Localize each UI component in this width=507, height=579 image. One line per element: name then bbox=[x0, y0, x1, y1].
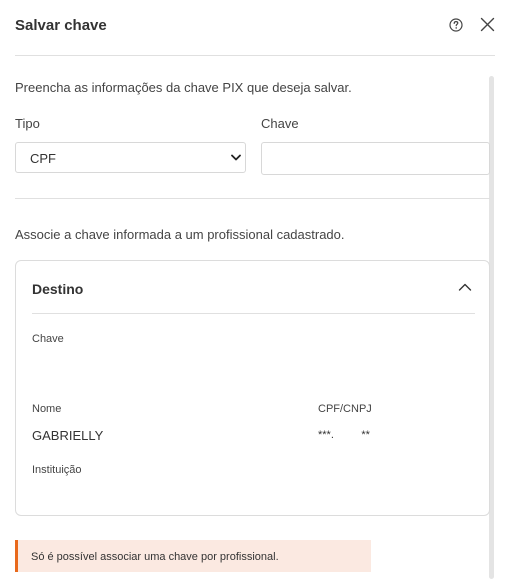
dialog-title: Salvar chave bbox=[15, 17, 107, 34]
associate-text: Associe a chave informada a um profissio… bbox=[15, 227, 345, 242]
tipo-select[interactable]: CPF bbox=[15, 142, 246, 173]
chave-label: Chave bbox=[261, 116, 299, 131]
card-divider bbox=[32, 313, 475, 314]
chave-input[interactable] bbox=[261, 142, 490, 175]
nome-value: GABRIELLY bbox=[32, 428, 104, 443]
nome-label: Nome bbox=[32, 403, 62, 415]
header-divider bbox=[15, 55, 495, 56]
chevron-up-icon[interactable] bbox=[458, 282, 472, 292]
destino-card: Destino Chave Nome GABRIELLY CPF/CNPJ **… bbox=[15, 260, 490, 516]
chevron-down-icon bbox=[231, 154, 241, 161]
cpf-cnpj-label: CPF/CNPJ bbox=[318, 403, 372, 415]
help-circle-icon[interactable] bbox=[449, 18, 463, 32]
tipo-select-value: CPF bbox=[30, 151, 56, 166]
tipo-label: Tipo bbox=[15, 116, 40, 131]
destino-chave-label: Chave bbox=[32, 333, 64, 345]
dialog-header: Salvar chave bbox=[0, 0, 507, 56]
section-divider bbox=[15, 198, 490, 199]
warning-alert: Só é possível associar uma chave por pro… bbox=[15, 540, 371, 572]
cpf-cnpj-value: ***. ** bbox=[318, 429, 370, 441]
close-icon[interactable] bbox=[480, 17, 495, 32]
form-intro-text: Preencha as informações da chave PIX que… bbox=[15, 80, 352, 95]
alert-text: Só é possível associar uma chave por pro… bbox=[31, 551, 279, 563]
destino-title: Destino bbox=[32, 281, 84, 297]
instituicao-label: Instituição bbox=[32, 464, 82, 476]
